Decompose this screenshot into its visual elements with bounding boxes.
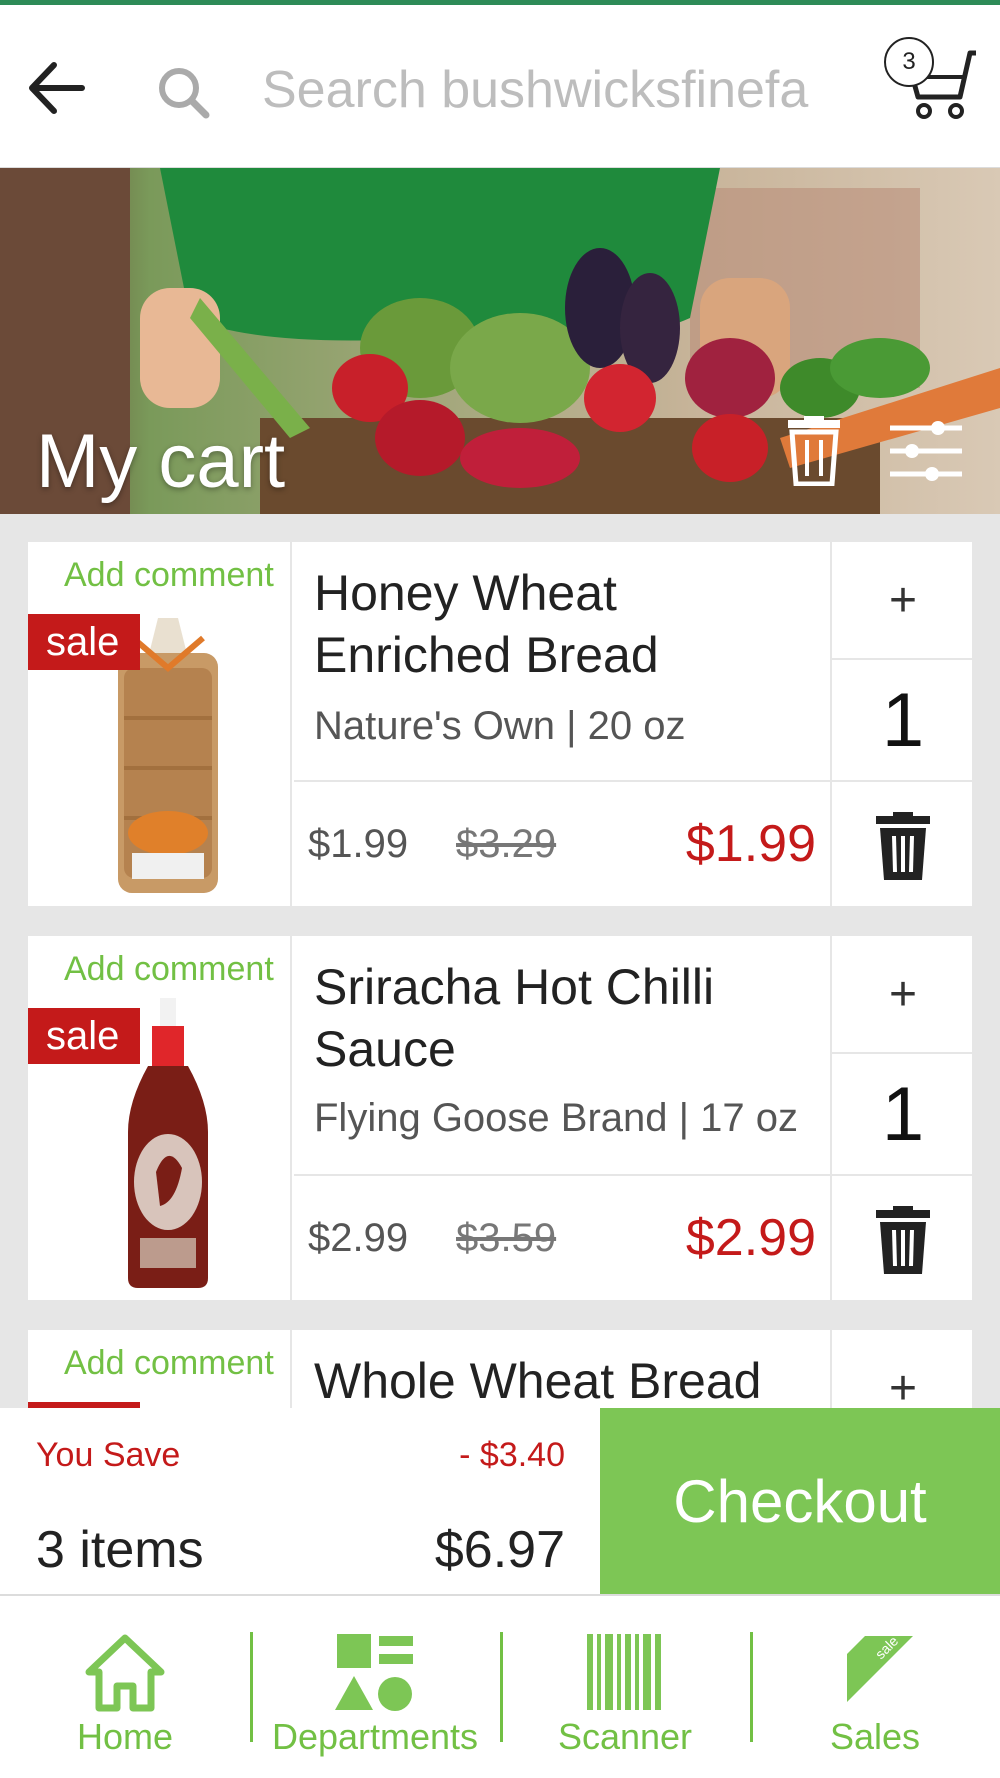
clear-cart-trash-icon[interactable] [784, 416, 844, 486]
product-name: Sriracha Hot Chilli Sauce [314, 959, 715, 1077]
nav-item-departments[interactable]: Departments [250, 1596, 500, 1778]
increase-quantity-button[interactable]: + [832, 1330, 974, 1409]
quantity-value: 1 [832, 1054, 974, 1176]
product-name: Whole Wheat Bread [314, 1353, 762, 1409]
nav-label: Scanner [557, 1716, 693, 1757]
bottom-navigation: Home Departments Scanner sale Sales [0, 1596, 1000, 1778]
product-brand-size: Flying Goose Brand | 17 oz [314, 1096, 798, 1140]
add-comment-link[interactable]: Add comment [64, 556, 274, 595]
unit-price: $2.99 [308, 1216, 409, 1260]
nav-label: Sales [829, 1716, 921, 1757]
page-title: My cart [36, 419, 286, 504]
cart-item: Add comment Whole Wheat Bread + [28, 1330, 972, 1409]
unit-price: $1.99 [308, 822, 409, 866]
departments-icon [335, 1634, 413, 1711]
you-save-amount: - $3.40 [459, 1436, 565, 1474]
line-total-price: $2.99 [685, 1209, 816, 1267]
product-info[interactable]: Honey Wheat Enriched Bread Nature's Own … [294, 542, 830, 782]
quantity-value: 1 [832, 660, 974, 782]
back-arrow-icon[interactable] [24, 53, 88, 123]
barcode-icon [587, 1634, 661, 1710]
remove-item-trash-icon[interactable] [874, 1206, 932, 1274]
increase-quantity-button[interactable]: + [832, 936, 974, 1054]
line-total-price: $1.99 [685, 815, 816, 873]
cart-count-badge: 3 [884, 37, 934, 87]
app-header: 3 [0, 5, 1000, 168]
sale-tag-icon: sale [847, 1632, 913, 1702]
cart-button[interactable]: 3 [878, 31, 978, 125]
product-image-cell: Add comment sale [28, 542, 292, 906]
you-save-label: You Save [36, 1436, 181, 1474]
original-price: $3.29 [456, 822, 557, 866]
sale-badge: sale [28, 1008, 140, 1064]
add-comment-link[interactable]: Add comment [64, 1344, 274, 1383]
checkout-button[interactable]: Checkout [600, 1408, 1000, 1594]
cart-item: Add comment sale Sriracha Hot Chilli Sau… [28, 936, 974, 1300]
nav-item-home[interactable]: Home [0, 1596, 250, 1778]
cart-item-list: Add comment sale Honey Wheat Enriched Br… [0, 514, 1000, 1409]
product-image-cell: Add comment [28, 1330, 292, 1409]
search-icon [159, 68, 210, 119]
nav-item-sales[interactable]: sale Sales [750, 1596, 1000, 1778]
remove-item-trash-icon[interactable] [874, 812, 932, 880]
nav-label: Departments [271, 1716, 479, 1757]
product-name: Honey Wheat Enriched Bread [314, 565, 659, 683]
cart-hero-banner: My cart [0, 168, 1000, 514]
sale-badge: sale [28, 614, 140, 670]
product-brand-size: Nature's Own | 20 oz [314, 704, 686, 748]
quantity-stepper: + 1 [830, 542, 974, 906]
product-image-cell: Add comment sale [28, 936, 292, 1300]
original-price: $3.59 [456, 1216, 557, 1260]
item-count: 3 items [36, 1521, 204, 1579]
nav-label: Home [76, 1716, 174, 1757]
cart-item: Add comment sale Honey Wheat Enriched Br… [28, 542, 974, 906]
increase-quantity-button[interactable]: + [832, 542, 974, 660]
add-comment-link[interactable]: Add comment [64, 950, 274, 989]
quantity-stepper: + [830, 1330, 972, 1409]
search-input[interactable] [262, 50, 822, 130]
quantity-stepper: + 1 [830, 936, 974, 1300]
home-icon [85, 1634, 165, 1712]
cart-summary-bar: You Save - $3.40 3 items $6.97 Checkout [0, 1408, 1000, 1596]
product-info[interactable]: Sriracha Hot Chilli Sauce Flying Goose B… [294, 936, 830, 1176]
product-info[interactable]: Whole Wheat Bread [294, 1330, 830, 1409]
price-row: $2.99 $3.59 $2.99 [294, 1178, 830, 1300]
cart-total: $6.97 [434, 1521, 565, 1579]
price-row: $1.99 $3.29 $1.99 [294, 784, 830, 906]
filter-sliders-icon[interactable] [888, 418, 964, 484]
nav-item-scanner[interactable]: Scanner [500, 1596, 750, 1778]
